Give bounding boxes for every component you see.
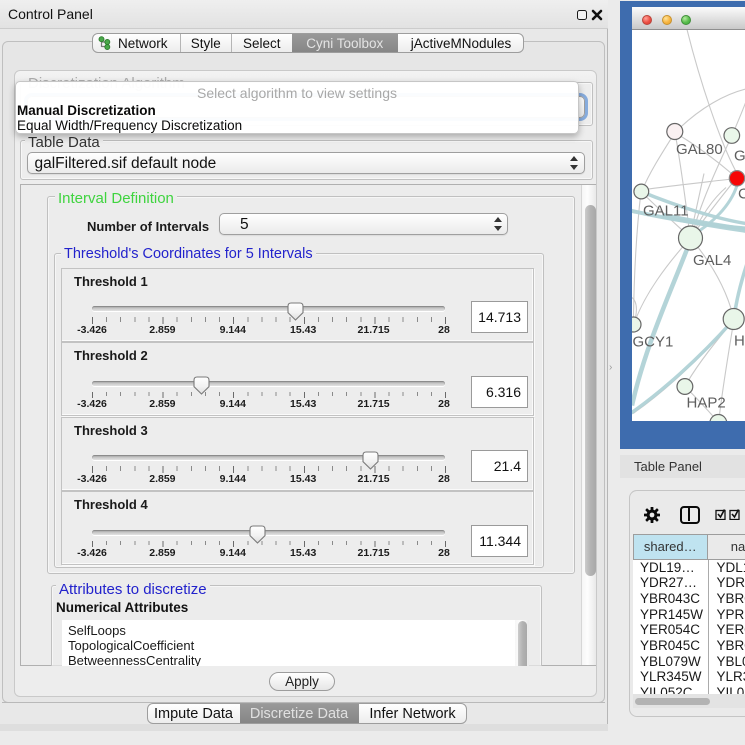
- svg-text:GAL80: GAL80: [676, 141, 723, 158]
- svg-text:C: C: [738, 185, 745, 202]
- svg-text:HA: HA: [734, 332, 745, 349]
- svg-text:GCY1: GCY1: [633, 333, 674, 350]
- svg-text:GA: GA: [734, 147, 745, 164]
- svg-text:HAP2: HAP2: [687, 394, 726, 411]
- svg-text:GAL11: GAL11: [643, 202, 689, 219]
- svg-text:GAL4: GAL4: [693, 252, 731, 269]
